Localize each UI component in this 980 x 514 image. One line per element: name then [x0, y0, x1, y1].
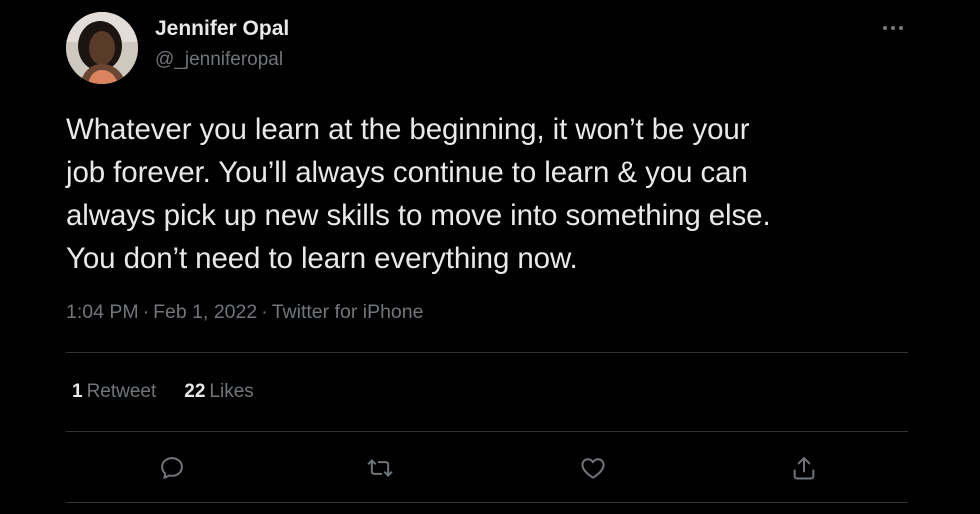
- tweet-time[interactable]: 1:04 PM: [66, 301, 139, 323]
- share-button[interactable]: [786, 450, 822, 486]
- likes-label: Likes: [209, 381, 254, 402]
- tweet-text: Whatever you learn at the beginning, it …: [66, 113, 771, 275]
- reply-button[interactable]: [154, 450, 190, 486]
- engagement-stats: 1 Retweet 22 Likes: [72, 381, 254, 403]
- action-bar: [0, 450, 980, 486]
- heart-icon: [581, 458, 605, 479]
- reply-icon: [161, 457, 183, 479]
- divider: [66, 352, 908, 353]
- divider: [66, 431, 908, 432]
- meta-separator: ·: [261, 301, 268, 323]
- tweet-card: Jennifer Opal @_jenniferopal Whatever yo…: [0, 0, 980, 514]
- likes-stat[interactable]: 22 Likes: [184, 381, 254, 403]
- author-display-name[interactable]: Jennifer Opal: [155, 17, 289, 41]
- share-icon: [793, 457, 815, 480]
- tweet-source[interactable]: Twitter for iPhone: [272, 301, 424, 323]
- author-handle[interactable]: @_jenniferopal: [155, 49, 283, 71]
- avatar[interactable]: [66, 12, 138, 84]
- retweets-label: Retweet: [86, 381, 157, 402]
- retweets-count: 1: [72, 381, 83, 402]
- retweet-button[interactable]: [362, 450, 398, 486]
- retweet-icon: [367, 459, 393, 477]
- tweet-date[interactable]: Feb 1, 2022: [153, 301, 257, 323]
- likes-count: 22: [184, 381, 206, 402]
- tweet-metadata: 1:04 PM · Feb 1, 2022 · Twitter for iPhone: [66, 301, 423, 324]
- like-button[interactable]: [575, 450, 611, 486]
- retweets-stat[interactable]: 1 Retweet: [72, 381, 156, 403]
- ellipsis-horizontal-icon: [883, 26, 903, 30]
- divider: [66, 502, 908, 503]
- more-options-button[interactable]: [878, 18, 908, 38]
- avatar-photo-icon: [66, 12, 138, 84]
- meta-separator: ·: [142, 301, 150, 323]
